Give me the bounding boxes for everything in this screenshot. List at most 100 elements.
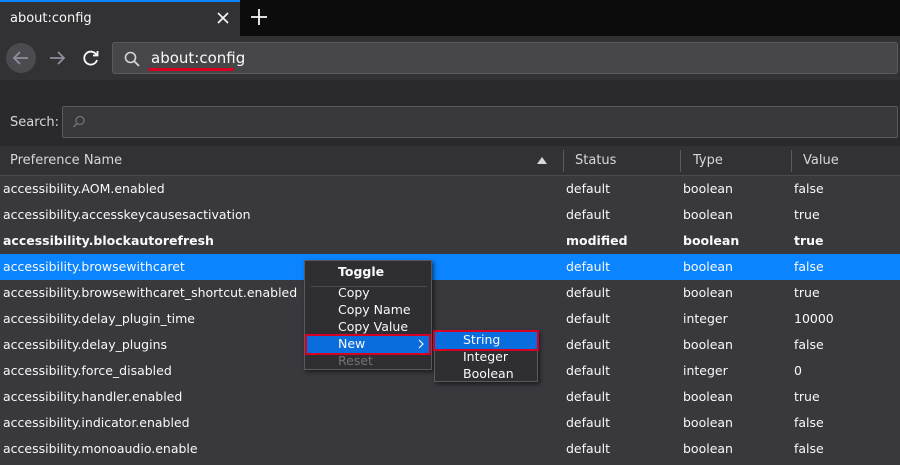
pref-status: default xyxy=(566,207,610,222)
pref-name: accessibility.handler.enabled xyxy=(3,389,183,404)
search-input[interactable] xyxy=(62,106,898,138)
submenu-item-label: Boolean xyxy=(463,366,514,381)
pref-name: accessibility.browsewithcaret_shortcut.e… xyxy=(3,285,298,300)
arrow-left-icon xyxy=(12,51,28,65)
pref-status: default xyxy=(566,363,610,378)
menu-item-label: Copy Name xyxy=(338,302,411,317)
new-tab-plus-icon[interactable] xyxy=(248,6,270,28)
menu-item-label: New xyxy=(338,336,366,351)
submenu-item-integer[interactable]: Integer xyxy=(435,349,537,366)
chevron-right-icon xyxy=(418,339,424,349)
url-text[interactable]: about:config xyxy=(151,49,245,67)
reload-button[interactable] xyxy=(76,43,106,73)
pref-value: false xyxy=(794,415,824,430)
pref-type: boolean xyxy=(683,285,733,300)
column-header-type[interactable]: Type xyxy=(693,153,723,168)
pref-type: boolean xyxy=(683,415,733,430)
menu-item-copy[interactable]: Copy xyxy=(307,285,429,302)
menu-item-copy-value[interactable]: Copy Value xyxy=(307,319,429,336)
column-header-name[interactable]: Preference Name xyxy=(10,153,122,168)
url-bar[interactable]: about:config xyxy=(112,42,898,74)
menu-item-label: Reset xyxy=(338,353,373,368)
menu-item-new[interactable]: New xyxy=(305,334,431,355)
column-divider[interactable] xyxy=(680,150,681,172)
pref-name: accessibility.delay_plugins xyxy=(3,337,168,352)
menu-item-label: Copy xyxy=(338,285,370,300)
table-row[interactable]: accessibility.blockautorefresh modified … xyxy=(0,228,900,254)
tab-about-config[interactable]: about:config xyxy=(0,0,240,36)
table-header: Preference Name Status Type Value xyxy=(0,146,900,176)
back-button[interactable] xyxy=(6,43,36,73)
column-divider[interactable] xyxy=(791,150,792,172)
pref-value: false xyxy=(794,441,824,456)
menu-item-label: Copy Value xyxy=(338,319,409,334)
pref-name: accessibility.accesskeycausesactivation xyxy=(3,207,251,222)
search-label: Search: xyxy=(10,115,60,130)
pref-name: accessibility.blockautorefresh xyxy=(3,233,214,248)
table-row[interactable]: accessibility.browsewithcaret_shortcut.e… xyxy=(0,280,900,306)
pref-status: default xyxy=(566,441,610,456)
search-icon xyxy=(73,115,85,128)
pref-name: accessibility.force_disabled xyxy=(3,363,172,378)
table-row-selected[interactable]: accessibility.browsewithcaret default bo… xyxy=(0,254,900,280)
forward-button[interactable] xyxy=(42,43,72,73)
pref-value: 0 xyxy=(794,363,802,378)
pref-status: default xyxy=(566,337,610,352)
pref-type: integer xyxy=(683,363,728,378)
url-highlight-underline xyxy=(148,68,234,71)
submenu-item-label: String xyxy=(463,332,501,347)
pref-name: accessibility.delay_plugin_time xyxy=(3,311,195,326)
table-row[interactable]: accessibility.AOM.enabled default boolea… xyxy=(0,176,900,202)
sort-ascending-icon xyxy=(537,157,547,164)
menu-item-copy-name[interactable]: Copy Name xyxy=(307,302,429,319)
column-header-status[interactable]: Status xyxy=(575,153,616,168)
pref-value: false xyxy=(794,337,824,352)
pref-name: accessibility.monoaudio.enable xyxy=(3,441,198,456)
pref-status: default xyxy=(566,415,610,430)
table-row[interactable]: accessibility.monoaudio.enable default b… xyxy=(0,436,900,462)
pref-status: default xyxy=(566,389,610,404)
pref-status: default xyxy=(566,259,610,274)
pref-type: integer xyxy=(683,311,728,326)
close-icon[interactable] xyxy=(214,9,232,27)
arrow-right-icon xyxy=(50,51,66,65)
pref-type: boolean xyxy=(683,233,740,248)
pref-value: 10000 xyxy=(794,311,834,326)
table-row[interactable]: accessibility.accesskeycausesactivation … xyxy=(0,202,900,228)
pref-value: true xyxy=(794,285,820,300)
reload-icon xyxy=(83,50,99,66)
pref-type: boolean xyxy=(683,181,733,196)
pref-name: accessibility.browsewithcaret xyxy=(3,259,185,274)
pref-value: true xyxy=(794,207,820,222)
pref-value: false xyxy=(794,259,824,274)
pref-name: accessibility.AOM.enabled xyxy=(3,181,165,196)
pref-name: accessibility.indicator.enabled xyxy=(3,415,190,430)
submenu-item-label: Integer xyxy=(463,349,508,364)
table-row[interactable]: accessibility.indicator.enabled default … xyxy=(0,410,900,436)
pref-type: boolean xyxy=(683,337,733,352)
menu-item-label: Toggle xyxy=(338,264,385,279)
tab-bar: about:config xyxy=(0,0,900,36)
page-top-spacer xyxy=(0,80,900,100)
pref-status: default xyxy=(566,311,610,326)
column-divider[interactable] xyxy=(563,150,564,172)
search-icon xyxy=(124,51,140,67)
navigation-toolbar: about:config xyxy=(0,36,900,80)
pref-value: false xyxy=(794,181,824,196)
context-menu: Toggle Copy Copy Name Copy Value New Res… xyxy=(304,260,432,370)
menu-item-toggle[interactable]: Toggle xyxy=(307,264,429,281)
table-row[interactable]: accessibility.handler.enabled default bo… xyxy=(0,384,900,410)
preferences-table: accessibility.AOM.enabled default boolea… xyxy=(0,176,900,462)
submenu-item-boolean[interactable]: Boolean xyxy=(435,366,537,383)
pref-type: boolean xyxy=(683,207,733,222)
search-row: Search: xyxy=(0,100,900,146)
pref-type: boolean xyxy=(683,441,733,456)
submenu-item-string[interactable]: String xyxy=(433,330,539,351)
pref-status: default xyxy=(566,285,610,300)
pref-type: boolean xyxy=(683,389,733,404)
pref-status: modified xyxy=(566,233,628,248)
table-row[interactable]: accessibility.delay_plugin_time default … xyxy=(0,306,900,332)
tab-title: about:config xyxy=(10,11,92,26)
column-header-value[interactable]: Value xyxy=(803,153,839,168)
pref-value: true xyxy=(794,389,820,404)
